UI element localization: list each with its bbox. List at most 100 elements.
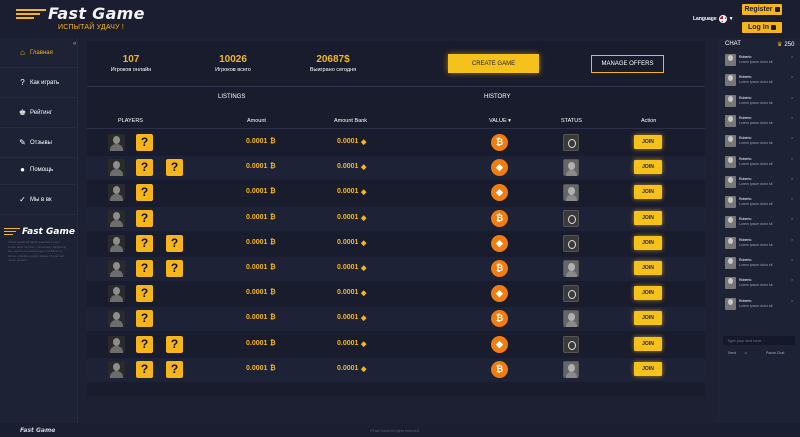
btc-icon: ₿ bbox=[270, 289, 276, 297]
player-avatar[interactable] bbox=[108, 285, 125, 303]
close-icon[interactable]: × bbox=[791, 95, 793, 100]
player-avatar[interactable] bbox=[108, 335, 125, 353]
table-row: ? 0.0001 ₿ 0.0001 ◆ ◆ JOIN bbox=[87, 282, 705, 306]
chat-username: Roberto bbox=[739, 197, 752, 202]
chat-text: Lorem ipsum dolor sit bbox=[739, 181, 773, 186]
sidebar-item-vk[interactable]: ✓ Мы в вк bbox=[0, 185, 78, 215]
join-button[interactable]: JOIN bbox=[634, 160, 662, 175]
table-row: ? 0.0001 ₿ 0.0001 ◆ ₿ JOIN bbox=[87, 206, 705, 231]
join-button[interactable]: JOIN bbox=[634, 135, 662, 149]
send-button[interactable]: Send bbox=[728, 351, 736, 355]
sidebar-item-help[interactable]: ● Помощь bbox=[0, 155, 78, 185]
close-icon[interactable]: × bbox=[791, 298, 793, 303]
close-icon[interactable]: × bbox=[791, 115, 793, 120]
close-icon[interactable]: × bbox=[791, 237, 793, 242]
btc-icon: ₿ bbox=[270, 138, 276, 145]
tab-history[interactable]: HISTORY bbox=[484, 94, 510, 100]
close-icon[interactable]: × bbox=[791, 277, 793, 282]
btc-icon: ₿ bbox=[270, 314, 276, 322]
chat-text: Lorem ipsum dolor sit bbox=[739, 161, 773, 166]
join-button[interactable]: JOIN bbox=[634, 261, 662, 275]
column-header-players: PLAYERS bbox=[118, 118, 143, 124]
chat-avatar[interactable] bbox=[725, 216, 736, 229]
emoji-icon[interactable]: ☺ bbox=[744, 351, 748, 355]
sidebar-item-reviews[interactable]: ✎ Отзывы bbox=[0, 128, 78, 158]
sidebar-item-how-to-play[interactable]: ? Как играть bbox=[0, 68, 78, 98]
table-row: ? 0.0001 ₿ 0.0001 ◆ ◆ JOIN bbox=[87, 181, 705, 205]
login-button[interactable]: Log In bbox=[742, 22, 782, 33]
chat-text: Lorem ipsum dolor sit bbox=[739, 141, 773, 146]
tab-listings[interactable]: LISTINGS bbox=[218, 94, 245, 100]
question-slot-icon: ? bbox=[166, 260, 183, 277]
join-button[interactable]: JOIN bbox=[634, 311, 662, 326]
join-button[interactable]: JOIN bbox=[634, 286, 662, 301]
column-header-value[interactable]: VALUE ▾ bbox=[489, 118, 511, 124]
chat-avatar[interactable] bbox=[725, 175, 736, 188]
amount-value: 0.0001 bbox=[246, 138, 268, 145]
chat-username: Roberto bbox=[739, 75, 752, 80]
join-button[interactable]: JOIN bbox=[634, 336, 662, 351]
sidebar-item-home[interactable]: ⌂ Главная bbox=[0, 38, 78, 68]
uk-flag-icon bbox=[718, 15, 727, 23]
close-icon[interactable]: × bbox=[791, 216, 793, 221]
player-avatar[interactable] bbox=[108, 234, 125, 252]
amount-bank-value: 0.0001 bbox=[337, 314, 359, 322]
language-selector[interactable]: Language ▼ bbox=[693, 15, 734, 23]
chat-text: Lorem ipsum dolor sit bbox=[739, 80, 773, 85]
chat-avatar[interactable] bbox=[725, 54, 736, 66]
player-avatar[interactable] bbox=[108, 184, 125, 202]
chat-text: Lorem ipsum dolor sit bbox=[739, 303, 773, 308]
player-avatar[interactable] bbox=[108, 310, 125, 328]
player-avatar[interactable] bbox=[108, 159, 125, 177]
manage-offers-button[interactable]: MANAGE OFFERS bbox=[591, 55, 664, 73]
chat-text: Lorem ipsum dolor sit bbox=[739, 242, 773, 247]
question-icon: ? bbox=[20, 78, 25, 87]
chat-avatar[interactable] bbox=[725, 257, 736, 269]
chat-message: Roberto Lorem ipsum dolor sit × bbox=[725, 74, 795, 92]
chat-message: Roberto Lorem ipsum dolor sit × bbox=[725, 216, 795, 234]
status-avatar bbox=[563, 260, 579, 277]
chat-avatar[interactable] bbox=[725, 135, 736, 148]
chat-message: Roberto Lorem ipsum dolor sit × bbox=[725, 94, 795, 113]
close-icon[interactable]: × bbox=[791, 135, 793, 140]
chat-input[interactable]: Type your text here... bbox=[723, 336, 795, 345]
stat-value: 10026 bbox=[219, 54, 247, 65]
close-icon[interactable]: × bbox=[791, 257, 793, 262]
player-avatar[interactable] bbox=[108, 360, 125, 378]
close-icon[interactable]: × bbox=[791, 196, 793, 201]
chat-avatar[interactable] bbox=[725, 236, 736, 249]
chat-avatar[interactable] bbox=[725, 196, 736, 209]
join-button[interactable]: JOIN bbox=[634, 210, 662, 225]
chat-text: Lorem ipsum dolor sit bbox=[739, 120, 773, 125]
close-icon[interactable]: × bbox=[791, 74, 793, 79]
chat-avatar[interactable] bbox=[725, 277, 736, 290]
chat-avatar[interactable] bbox=[725, 94, 736, 107]
close-icon[interactable]: × bbox=[791, 156, 793, 161]
player-avatar[interactable] bbox=[108, 209, 125, 227]
chat-avatar[interactable] bbox=[725, 297, 736, 310]
join-button[interactable]: JOIN bbox=[634, 361, 662, 376]
status-avatar bbox=[563, 335, 579, 353]
ethereum-coin-icon: ◆ bbox=[491, 184, 508, 202]
create-game-button[interactable]: CREATE GAME bbox=[448, 54, 539, 73]
chat-avatar[interactable] bbox=[725, 74, 736, 87]
footer-logo: Fast Game bbox=[20, 427, 56, 434]
join-button[interactable]: JOIN bbox=[634, 235, 662, 250]
table-row: ?? 0.0001 ₿ 0.0001 ◆ ◆ JOIN bbox=[87, 232, 705, 256]
pause-chat-button[interactable]: Pause Chat bbox=[766, 351, 784, 355]
logo[interactable]: Fast Game bbox=[16, 4, 145, 23]
chat-text: Lorem ipsum dolor sit bbox=[739, 263, 773, 267]
chat-text: Lorem ipsum dolor sit bbox=[739, 100, 773, 105]
join-button[interactable]: JOIN bbox=[634, 185, 662, 200]
chat-avatar[interactable] bbox=[725, 155, 736, 168]
chat-username: Roberto bbox=[739, 176, 752, 181]
chat-avatar[interactable] bbox=[725, 114, 736, 127]
sidebar-item-rating[interactable]: ♚ Рейтинг bbox=[0, 98, 78, 128]
player-avatar[interactable] bbox=[108, 260, 125, 277]
player-avatar[interactable] bbox=[108, 134, 125, 151]
close-icon[interactable]: × bbox=[791, 54, 793, 59]
close-icon[interactable]: × bbox=[791, 176, 793, 181]
register-button[interactable]: Register bbox=[742, 4, 782, 15]
amount-bank-value: 0.0001 bbox=[337, 238, 359, 246]
chat-username: Roberto bbox=[739, 156, 752, 161]
